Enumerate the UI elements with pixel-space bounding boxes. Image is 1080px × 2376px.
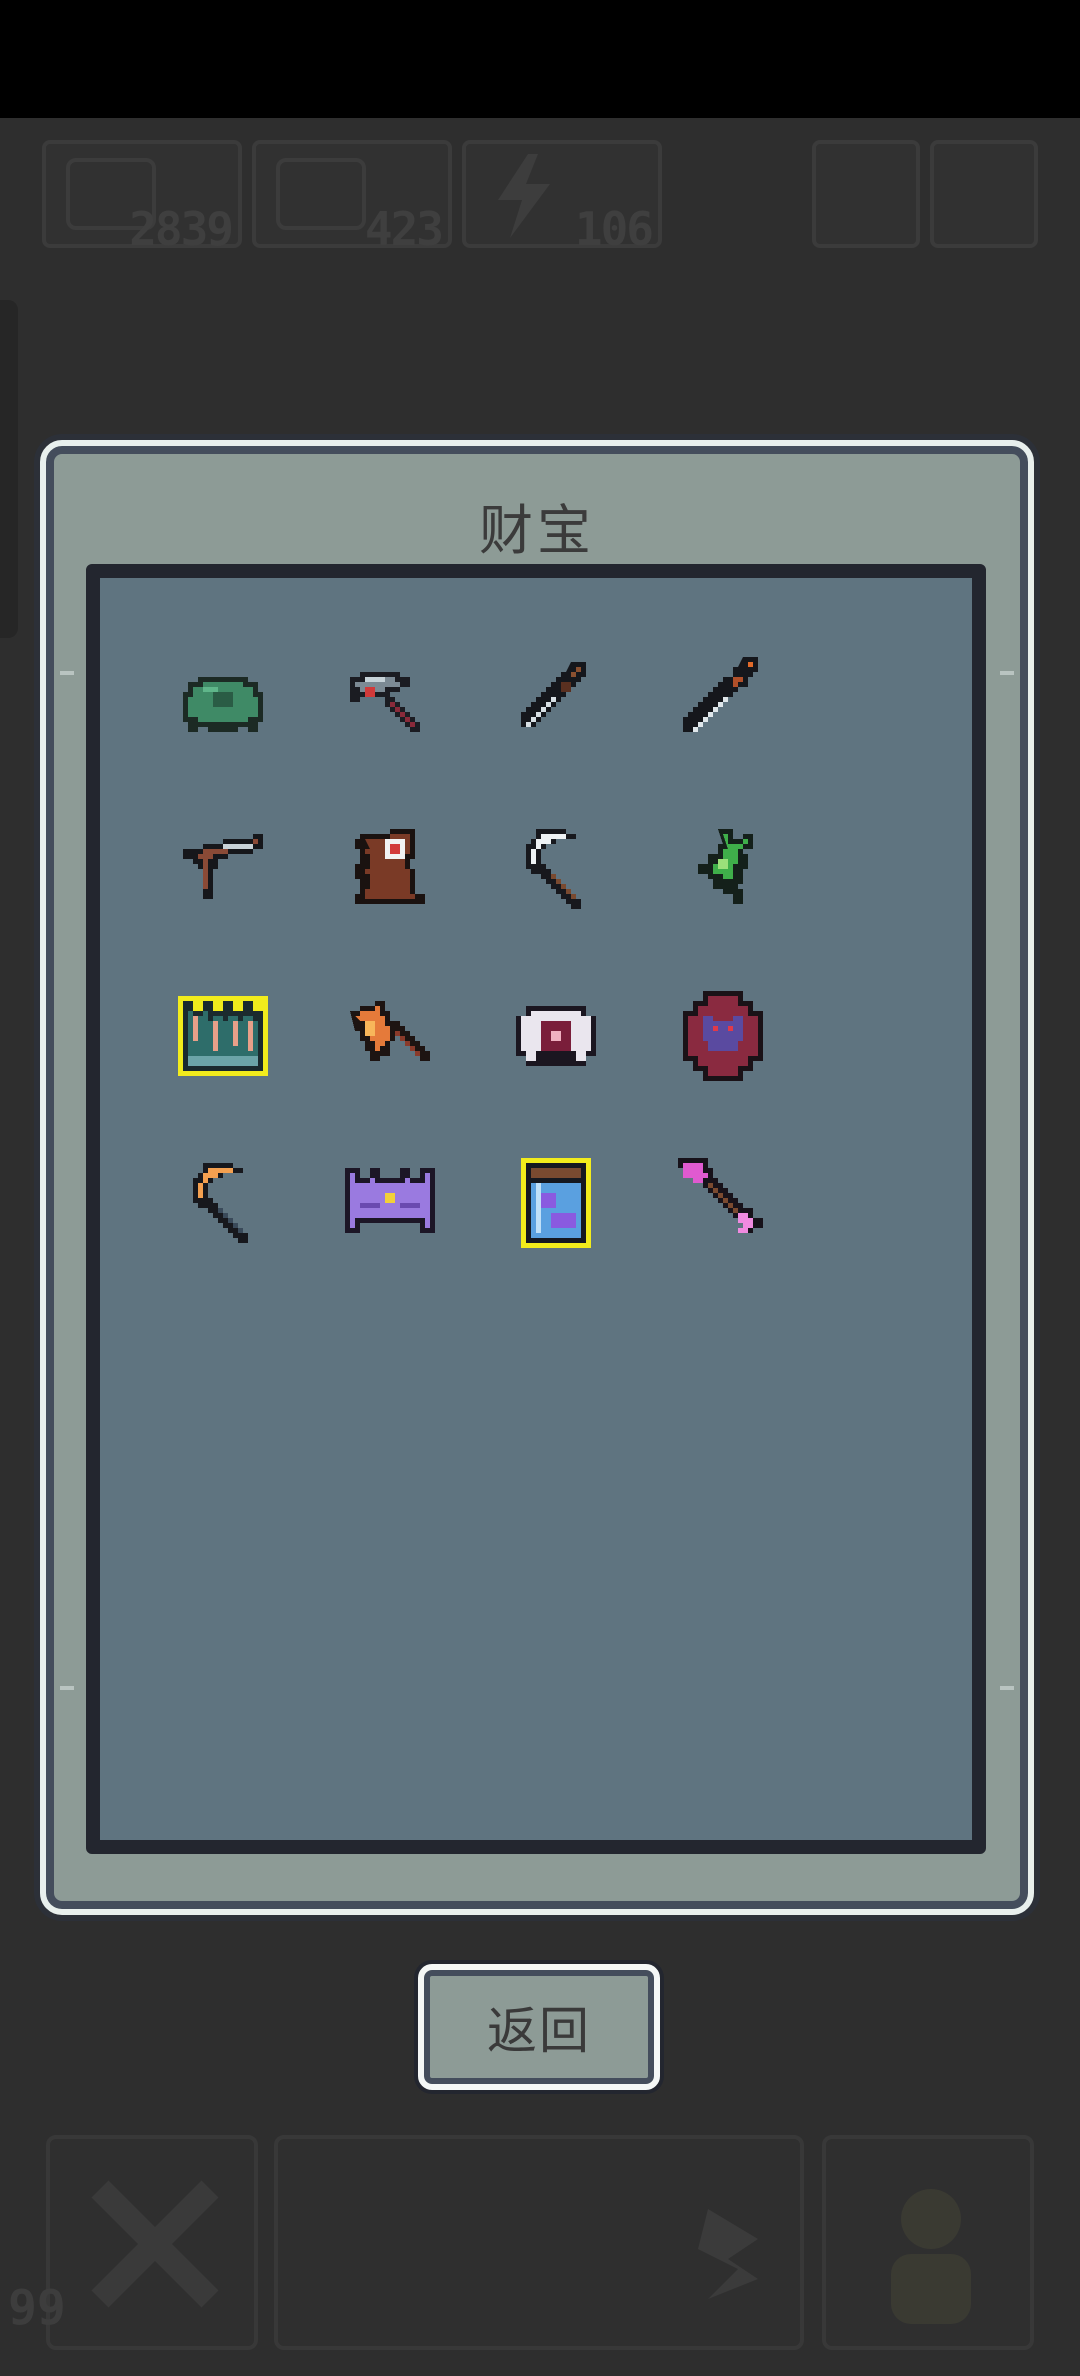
slingshot-item-icon <box>183 833 264 899</box>
treasure-slot[interactable] <box>140 952 307 1119</box>
resource-2-value: 423 <box>364 202 444 256</box>
treasure-slot[interactable] <box>140 618 307 785</box>
crate-icon <box>276 158 366 230</box>
energy-counter: 106 <box>462 140 662 256</box>
dagger-item-icon <box>521 661 587 727</box>
potion-jar-item-icon <box>521 1157 592 1248</box>
resource-counter-2: 423 <box>252 140 452 256</box>
treasure-slot[interactable] <box>307 618 474 785</box>
treasure-slot[interactable] <box>640 785 807 952</box>
ammo-count: 99 <box>8 2280 66 2336</box>
treasure-slot[interactable] <box>307 1119 474 1286</box>
lightning-icon <box>498 154 550 238</box>
back-button[interactable]: 返回 <box>418 1964 660 2090</box>
treasure-slot[interactable] <box>307 785 474 952</box>
ice-crown-item-icon <box>178 995 269 1076</box>
treasure-slot[interactable] <box>640 618 807 785</box>
character-slot <box>822 2135 1034 2350</box>
turtle-shell-item-icon <box>183 676 264 732</box>
side-tab <box>0 300 18 638</box>
green-sprout-item-icon <box>698 828 754 904</box>
treasure-slot[interactable] <box>473 1119 640 1286</box>
rail-mark <box>1000 671 1014 675</box>
item-grid-frame <box>86 564 986 1854</box>
treasure-slot[interactable] <box>640 1119 807 1286</box>
resource-1-value: 2839 <box>129 202 234 256</box>
sickle-item-icon <box>526 828 582 909</box>
eye-emblem-item-icon <box>516 1005 597 1066</box>
hud-button-1 <box>812 140 920 248</box>
treasure-slot[interactable] <box>640 952 807 1119</box>
treasure-slot[interactable] <box>140 1119 307 1286</box>
character-icon <box>891 2189 971 2324</box>
treasure-panel: 财宝 <box>40 440 1034 1915</box>
sword-item-icon <box>683 656 759 732</box>
treasure-slot[interactable] <box>140 785 307 952</box>
treasure-slot[interactable] <box>473 952 640 1119</box>
pickaxe-item-icon <box>349 671 420 732</box>
pink-arrow-item-icon <box>678 1157 764 1233</box>
dash-icon <box>698 2209 758 2299</box>
resource-counter-1: 2839 <box>42 140 242 256</box>
purple-crown-item-icon <box>344 1167 435 1233</box>
target-stump-item-icon <box>354 828 425 904</box>
energy-value: 106 <box>574 202 654 256</box>
crossed-swords-icon <box>91 2180 219 2308</box>
flame-axe-item-icon <box>349 1000 430 1061</box>
weapon-slot <box>46 2135 258 2350</box>
treasure-slot[interactable] <box>307 952 474 1119</box>
treasure-slot[interactable] <box>473 618 640 785</box>
rail-mark <box>1000 1686 1014 1690</box>
treasure-slot[interactable] <box>473 785 640 952</box>
golden-sickle-item-icon <box>193 1162 249 1243</box>
treasure-grid <box>140 618 960 1286</box>
rail-mark <box>60 1686 74 1690</box>
status-bar <box>0 0 1080 118</box>
panel-title: 财宝 <box>479 499 595 562</box>
rail-mark <box>60 671 74 675</box>
hud-button-2 <box>930 140 1038 248</box>
demon-medallion-item-icon <box>683 990 764 1081</box>
skill-bar <box>274 2135 804 2350</box>
